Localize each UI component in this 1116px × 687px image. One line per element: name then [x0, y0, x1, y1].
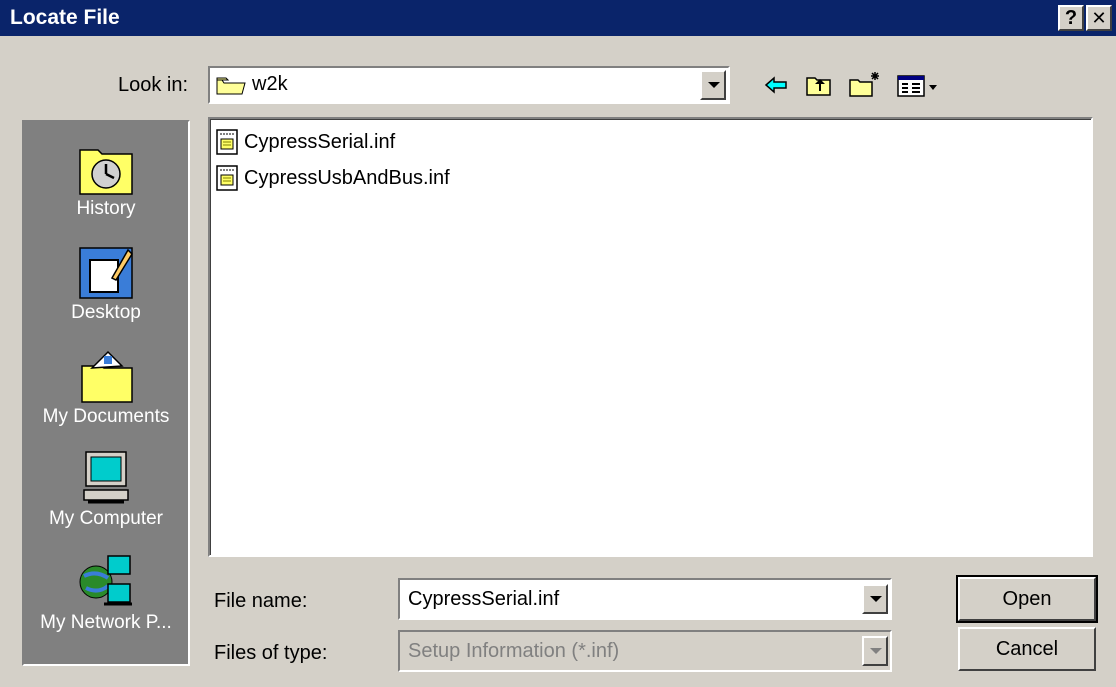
- place-my-computer[interactable]: My Computer: [24, 448, 188, 530]
- folder-icon: [216, 75, 246, 95]
- help-icon: ?: [1064, 6, 1078, 29]
- files-of-type-dropdown[interactable]: Setup Information (*.inf): [398, 630, 892, 672]
- file-item[interactable]: CypressSerial.inf: [216, 127, 395, 157]
- place-label: My Computer: [48, 508, 164, 529]
- title-bar[interactable]: Locate File ? ✕: [0, 0, 1116, 36]
- my-computer-icon: [74, 448, 138, 508]
- place-label: My Network P...: [40, 612, 172, 633]
- my-documents-icon: [74, 346, 138, 406]
- place-desktop[interactable]: Desktop: [24, 242, 188, 324]
- file-name-input[interactable]: CypressSerial.inf: [398, 578, 892, 620]
- help-button[interactable]: ?: [1058, 5, 1084, 31]
- file-list[interactable]: CypressSerial.inf CypressUsbAndBus.inf: [208, 117, 1093, 557]
- file-name: CypressUsbAndBus.inf: [244, 166, 450, 189]
- new-folder-icon: [849, 72, 879, 97]
- places-bar: History Desktop My Documents My Computer…: [22, 120, 190, 666]
- close-icon: ✕: [1091, 7, 1107, 28]
- place-my-documents[interactable]: My Documents: [24, 346, 188, 428]
- files-of-type-label: Files of type:: [214, 642, 328, 664]
- inf-file-icon: [216, 165, 238, 191]
- files-of-type-dropdown-button[interactable]: [862, 636, 888, 666]
- place-label: Desktop: [71, 302, 141, 323]
- inf-file-icon: [216, 129, 238, 155]
- back-arrow-icon: [764, 76, 787, 94]
- place-label: History: [76, 198, 136, 219]
- history-icon: [74, 138, 138, 198]
- up-folder-icon: [806, 77, 831, 96]
- look-in-dropdown[interactable]: w2k: [208, 66, 730, 104]
- open-button[interactable]: Open: [956, 575, 1098, 623]
- file-name-dropdown-button[interactable]: [862, 584, 888, 614]
- network-icon: [74, 552, 138, 612]
- file-name-label: File name:: [214, 590, 308, 612]
- place-label: My Documents: [42, 406, 170, 427]
- look-in-dropdown-button[interactable]: [700, 70, 726, 100]
- file-name: CypressSerial.inf: [244, 130, 396, 153]
- desktop-icon: [74, 242, 138, 302]
- look-in-value: w2k: [252, 73, 288, 95]
- place-network[interactable]: My Network P...: [24, 552, 188, 634]
- look-in-label: Look in:: [118, 74, 189, 96]
- place-history[interactable]: History: [24, 138, 188, 220]
- view-menu-button[interactable]: [896, 70, 946, 100]
- locate-file-dialog: Locate File ? ✕ Look in: w2k History Des…: [0, 0, 1116, 687]
- cancel-button[interactable]: Cancel: [958, 627, 1096, 671]
- new-folder-button[interactable]: [848, 70, 879, 100]
- view-menu-icon: [897, 75, 937, 97]
- back-button[interactable]: [762, 70, 792, 100]
- file-name-value: CypressSerial.inf: [408, 588, 560, 610]
- window-title: Locate File: [10, 6, 120, 29]
- files-of-type-value: Setup Information (*.inf): [408, 640, 620, 662]
- close-button[interactable]: ✕: [1086, 5, 1112, 31]
- file-item[interactable]: CypressUsbAndBus.inf: [216, 163, 450, 193]
- up-folder-button[interactable]: [804, 70, 834, 100]
